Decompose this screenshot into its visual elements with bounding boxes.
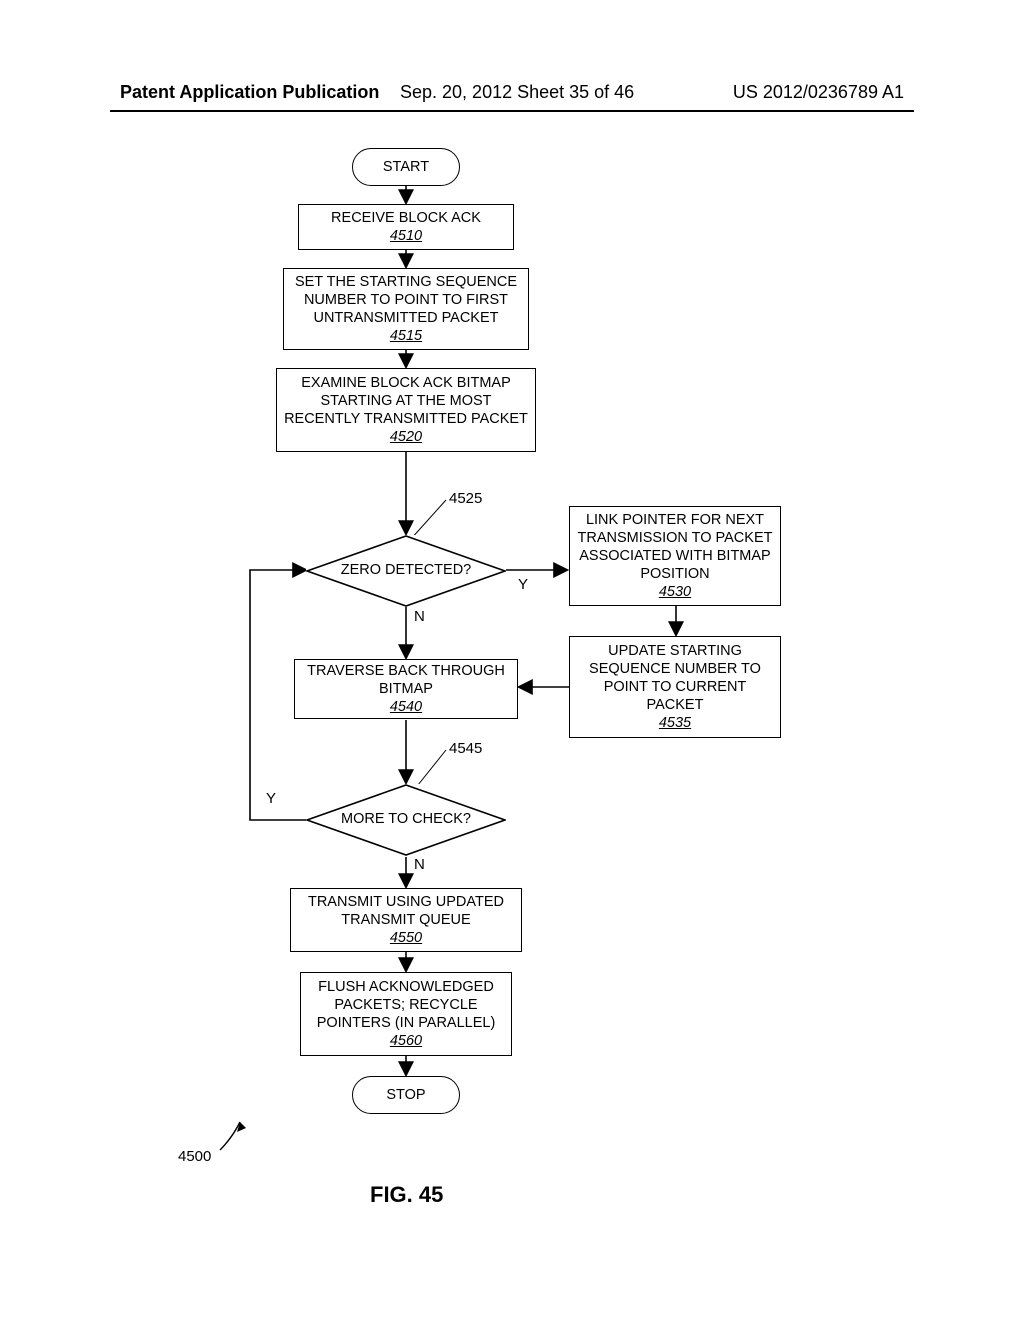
- process-4535-text: UPDATE STARTING SEQUENCE NUMBER TO POINT…: [576, 642, 774, 715]
- page-header: Patent Application Publication Sep. 20, …: [0, 82, 1024, 103]
- process-4530-text: LINK POINTER FOR NEXT TRANSMISSION TO PA…: [576, 511, 774, 584]
- process-4530-ref: 4530: [659, 583, 691, 601]
- process-4550: TRANSMIT USING UPDATED TRANSMIT QUEUE 45…: [290, 888, 522, 952]
- process-4560-text: FLUSH ACKNOWLEDGED PACKETS; RECYCLE POIN…: [307, 978, 505, 1032]
- process-4540: TRAVERSE BACK THROUGH BITMAP 4540: [294, 659, 518, 719]
- process-4550-text: TRANSMIT USING UPDATED TRANSMIT QUEUE: [297, 893, 515, 929]
- label-y-4545: Y: [266, 790, 276, 807]
- start-label: START: [383, 158, 429, 176]
- process-4515: SET THE STARTING SEQUENCE NUMBER TO POIN…: [283, 268, 529, 350]
- process-4510: RECEIVE BLOCK ACK 4510: [298, 204, 514, 250]
- decision-4545-text: MORE TO CHECK?: [306, 811, 506, 827]
- decision-4545: MORE TO CHECK?: [306, 784, 506, 856]
- process-4560: FLUSH ACKNOWLEDGED PACKETS; RECYCLE POIN…: [300, 972, 512, 1056]
- process-4550-ref: 4550: [390, 929, 422, 947]
- decision-4525-ref: 4525: [449, 490, 482, 507]
- process-4540-text: TRAVERSE BACK THROUGH BITMAP: [301, 662, 511, 698]
- terminator-start: START: [352, 148, 460, 186]
- decision-4525-text: ZERO DETECTED?: [306, 562, 506, 578]
- process-4520: EXAMINE BLOCK ACK BITMAP STARTING AT THE…: [276, 368, 536, 452]
- header-publication: Patent Application Publication: [120, 82, 379, 102]
- process-4535-ref: 4535: [659, 714, 691, 732]
- process-4515-text: SET THE STARTING SEQUENCE NUMBER TO POIN…: [290, 273, 522, 327]
- header-pubnumber: US 2012/0236789 A1: [733, 82, 904, 103]
- process-4530: LINK POINTER FOR NEXT TRANSMISSION TO PA…: [569, 506, 781, 606]
- header-rule: [110, 110, 914, 112]
- process-4520-text: EXAMINE BLOCK ACK BITMAP STARTING AT THE…: [283, 374, 529, 428]
- flowchart-canvas: START RECEIVE BLOCK ACK 4510 SET THE STA…: [0, 140, 1024, 1240]
- process-4540-ref: 4540: [390, 698, 422, 716]
- header-sheet: Sep. 20, 2012 Sheet 35 of 46: [400, 82, 634, 103]
- patent-page: Patent Application Publication Sep. 20, …: [0, 0, 1024, 1320]
- process-4560-ref: 4560: [390, 1032, 422, 1050]
- process-4535: UPDATE STARTING SEQUENCE NUMBER TO POINT…: [569, 636, 781, 738]
- decision-4525: ZERO DETECTED?: [306, 535, 506, 607]
- process-4510-text: RECEIVE BLOCK ACK: [331, 209, 481, 227]
- process-4510-ref: 4510: [390, 227, 422, 245]
- figure-reference-4500: 4500: [178, 1148, 211, 1165]
- decision-4545-ref: 4545: [449, 740, 482, 757]
- figure-caption: FIG. 45: [370, 1182, 443, 1208]
- process-4515-ref: 4515: [390, 327, 422, 345]
- process-4520-ref: 4520: [390, 428, 422, 446]
- label-n-4545: N: [414, 856, 425, 873]
- label-y-4525: Y: [518, 576, 528, 593]
- stop-label: STOP: [386, 1086, 425, 1104]
- label-n-4525: N: [414, 608, 425, 625]
- terminator-stop: STOP: [352, 1076, 460, 1114]
